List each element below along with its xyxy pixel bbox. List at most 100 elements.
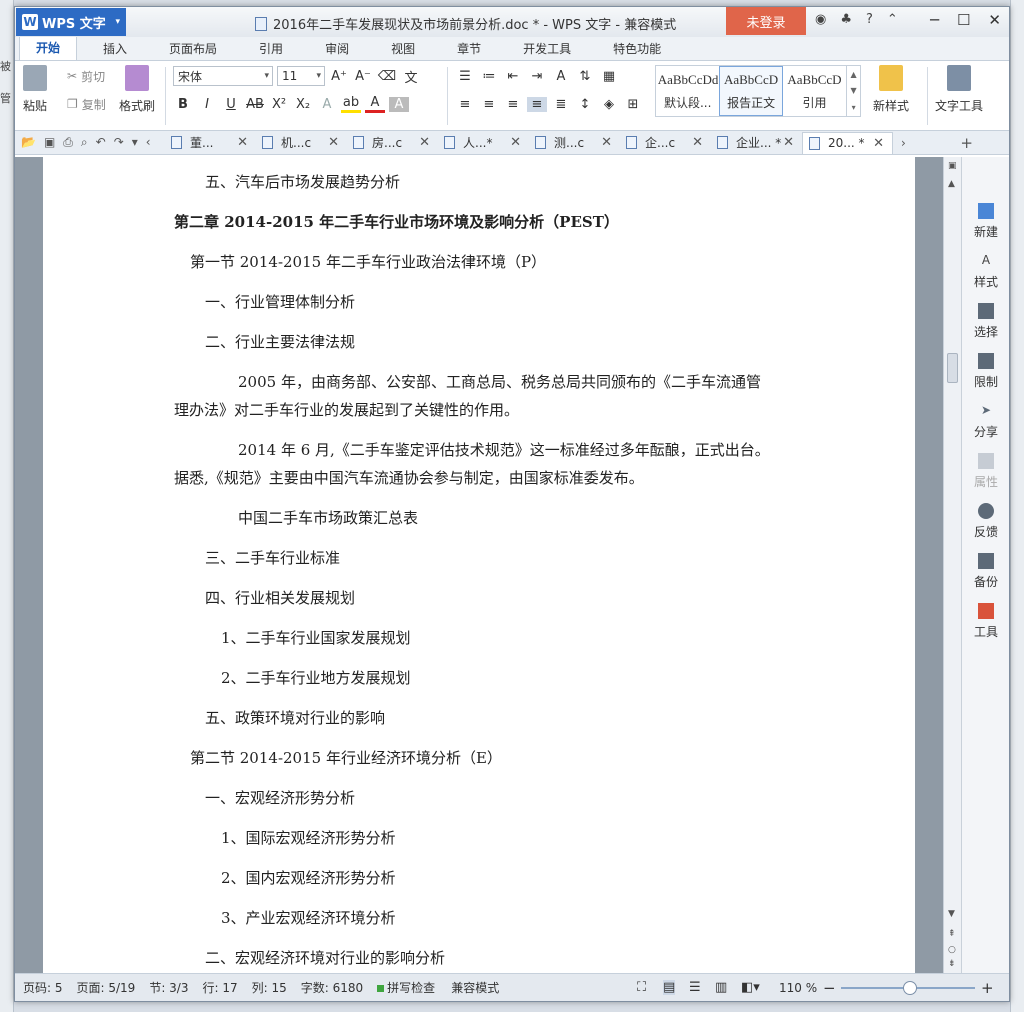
tab-features[interactable]: 特色功能 [597,38,677,60]
tab-insert[interactable]: 插入 [87,38,143,60]
superscript-icon[interactable]: X² [269,97,289,112]
strikethrough-icon[interactable]: AB [245,97,265,112]
minimize-icon[interactable]: ─ [930,11,939,29]
login-button[interactable]: 未登录 [726,7,806,35]
chevron-up-icon[interactable]: ▲ [948,179,955,189]
shirt-icon[interactable]: ♣ [840,12,852,27]
chevron-down-icon[interactable]: ▼ [948,909,955,919]
tab-home[interactable]: 开始 [19,36,78,60]
close-icon[interactable]: ✕ [783,135,794,150]
indent-icon[interactable]: ⇥ [527,69,547,84]
side-new[interactable]: 新建 [962,203,1009,240]
doc-tab[interactable]: 人...* ✕ [438,132,529,154]
prev-page-icon[interactable]: ⇞ [948,929,956,939]
doc-tab[interactable]: 机...c ✕ [256,132,347,154]
close-icon[interactable]: ✕ [988,11,1001,29]
bold-icon[interactable]: B [173,97,193,112]
tab-references[interactable]: 引用 [243,38,299,60]
chevron-left-icon[interactable]: ‹ [146,135,151,150]
doc-tab-active[interactable]: 20... * ✕ [802,131,893,154]
zoom-out-icon[interactable]: − [823,979,836,997]
reading-view-icon[interactable]: ◧▾ [741,980,760,995]
zoom-in-icon[interactable]: + [981,979,994,997]
char-shading-icon[interactable]: A [389,96,409,112]
cut-button[interactable]: ✂ 剪切 [67,65,106,87]
italic-icon[interactable]: I [197,97,217,112]
chevron-up-icon[interactable]: ▲ [851,70,857,79]
skin-icon[interactable]: ◉ [815,12,826,27]
tab-review[interactable]: 审阅 [309,38,365,60]
redo-icon[interactable]: ↷ [114,135,124,150]
shrink-font-icon[interactable]: A⁻ [353,69,373,84]
scrollbar-thumb[interactable] [947,353,958,383]
outline-view-icon[interactable]: ☰ [689,980,701,995]
numbering-icon[interactable]: ≔ [479,69,499,84]
underline-icon[interactable]: U [221,97,241,112]
side-restrict[interactable]: 限制 [962,353,1009,390]
status-pages[interactable]: 页面: 5/19 [77,979,136,996]
side-share[interactable]: ➤ 分享 [962,403,1009,440]
chevron-down-icon[interactable]: ▼ [851,86,857,95]
tab-layout[interactable]: 页面布局 [153,38,233,60]
close-icon[interactable]: ✕ [510,135,521,150]
vertical-scrollbar[interactable]: ▣ ▲ ▼ ⇞ ○ ⇟ [943,157,961,973]
side-backup[interactable]: 备份 [962,553,1009,590]
bullets-icon[interactable]: ☰ [455,69,475,84]
status-word-count[interactable]: 字数: 6180 [301,979,363,996]
close-icon[interactable]: ✕ [873,136,884,151]
help-icon[interactable]: ? [866,12,873,27]
new-style-button[interactable]: 新样式 [873,65,909,114]
print-icon[interactable]: ⎙ [63,135,73,150]
style-quote[interactable]: AaBbCcD 引用 [783,66,846,116]
doc-tab[interactable]: 测...c ✕ [529,132,620,154]
zoom-slider-thumb[interactable] [903,981,917,995]
chevron-right-icon[interactable]: › [901,136,906,150]
font-color-icon[interactable]: A [365,95,385,113]
border-icon[interactable]: ⊞ [623,97,643,112]
format-painter-button[interactable]: 格式刷 [119,65,155,114]
style-default[interactable]: AaBbCcDd 默认段... [656,66,719,116]
print-preview-icon[interactable]: ⌕ [81,135,88,150]
side-tools[interactable]: 工具 [962,603,1009,640]
maximize-icon[interactable]: ☐ [957,11,970,29]
doc-tab[interactable]: 董... ✕ [165,132,256,154]
justify-icon[interactable]: ≡ [527,96,547,112]
text-tools-button[interactable]: 文字工具 [935,65,983,114]
line-spacing-icon[interactable]: ↕ [575,97,595,112]
ruler-toggle-icon[interactable]: ▣ [948,161,957,171]
font-size-select[interactable]: 11 [277,66,325,86]
font-name-select[interactable]: 宋体 [173,66,273,86]
web-view-icon[interactable]: ▥ [715,980,727,995]
select-browse-icon[interactable]: ○ [948,945,956,955]
expand-icon[interactable]: ▾ [852,103,856,112]
distribute-icon[interactable]: ≣ [551,97,571,112]
align-right-icon[interactable]: ≡ [503,97,523,112]
close-icon[interactable]: ✕ [692,135,703,150]
chinese-layout-icon[interactable]: A [551,69,571,84]
status-page-number[interactable]: 页码: 5 [23,979,63,996]
fullscreen-icon[interactable]: ⛶ [637,980,646,995]
tab-developer[interactable]: 开发工具 [507,38,587,60]
grow-font-icon[interactable]: A⁺ [329,69,349,84]
document-page[interactable]: 五、汽车后市场发展趋势分析 第二章 2014-2015 年二手车行业市场环境及影… [43,157,915,973]
side-styles[interactable]: A 样式 [962,253,1009,290]
new-tab-icon[interactable]: + [960,134,973,152]
style-gallery-scroll[interactable]: ▲ ▼ ▾ [846,66,860,116]
open-icon[interactable]: 📂 [21,135,36,150]
spell-check-toggle[interactable]: 拼写检查 [377,979,435,996]
undo-icon[interactable]: ↶ [96,135,106,150]
page-view-icon[interactable]: ▤ [663,980,676,995]
subscript-icon[interactable]: X₂ [293,97,313,112]
align-left-icon[interactable]: ≡ [455,97,475,112]
doc-tab[interactable]: 企...c ✕ [620,132,711,154]
save-icon[interactable]: ▣ [44,135,55,150]
outdent-icon[interactable]: ⇤ [503,69,523,84]
dropdown-icon[interactable]: ▾ [132,135,138,150]
clear-format-icon[interactable]: ⌫ [377,69,397,84]
table-icon[interactable]: ▦ [599,69,619,84]
zoom-level[interactable]: 110 % [779,981,817,995]
tab-section[interactable]: 章节 [441,38,497,60]
close-icon[interactable]: ✕ [328,135,339,150]
doc-tab[interactable]: 房...c ✕ [347,132,438,154]
shading-icon[interactable]: ◈ [599,97,619,112]
